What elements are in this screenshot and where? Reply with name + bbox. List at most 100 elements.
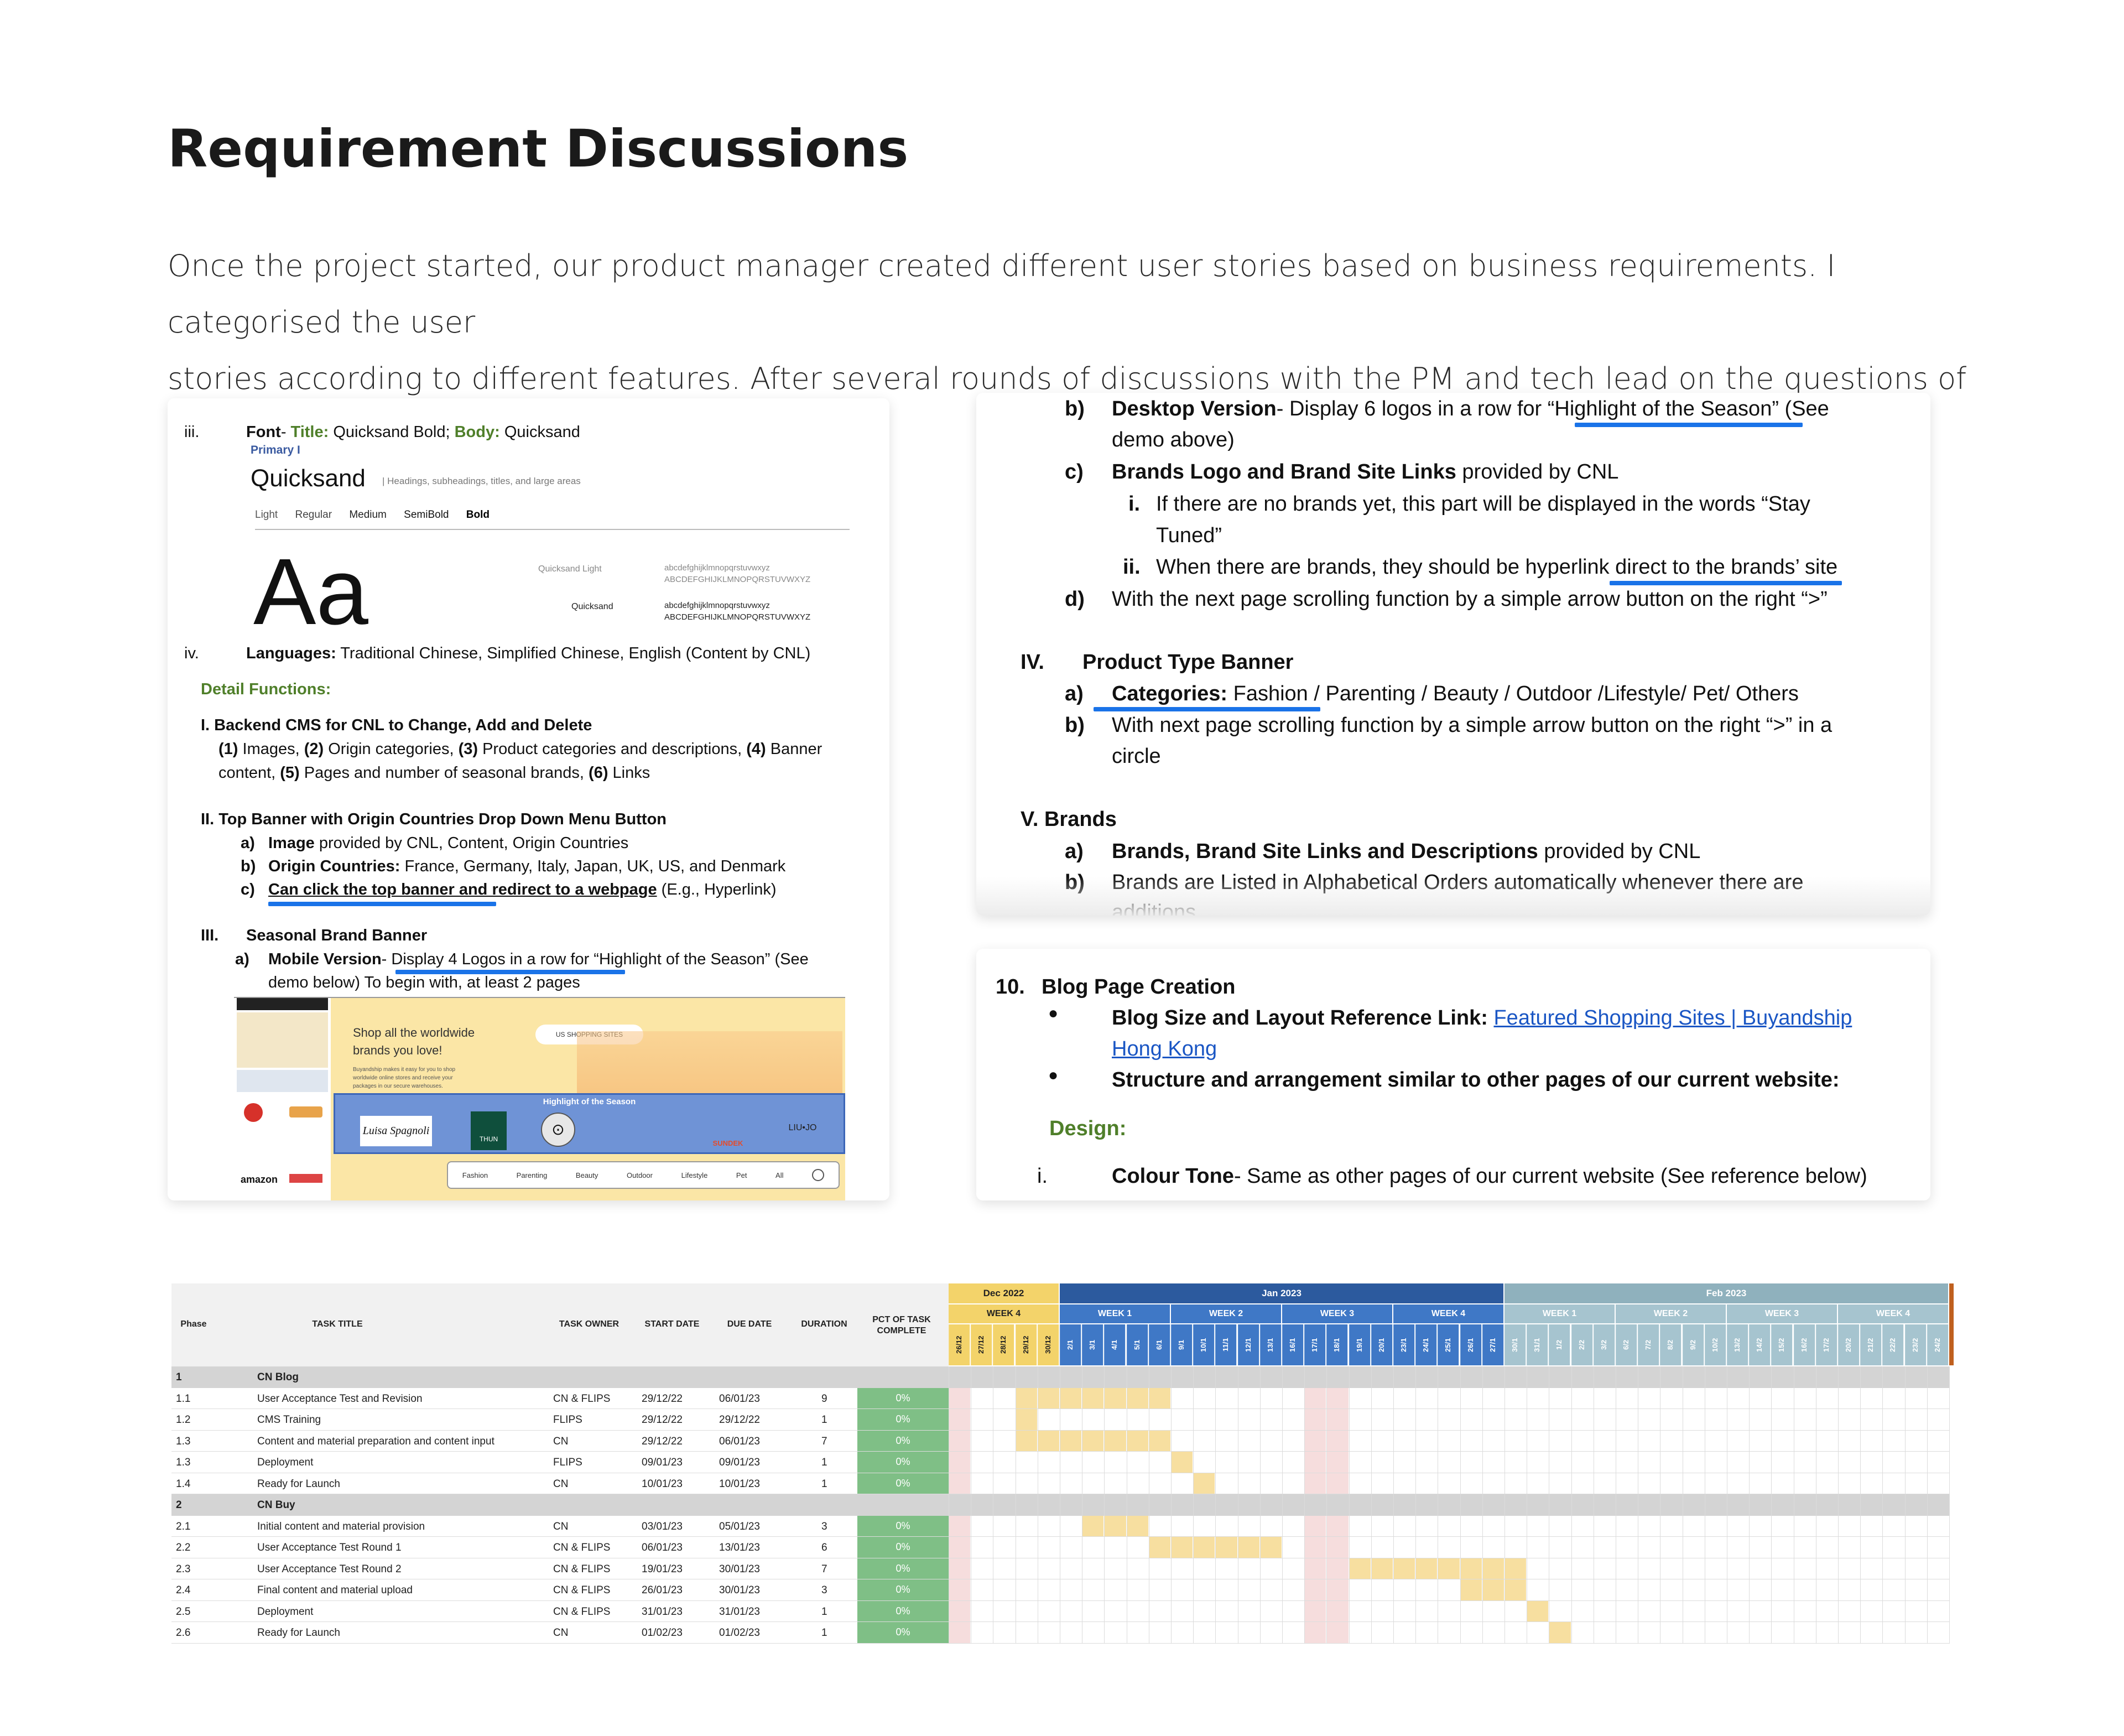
sample-upper-light: ABCDEFGHIJKLMNOPQRSTUVWXYZ (664, 575, 811, 584)
day-header: 14/2 (1749, 1324, 1771, 1365)
next-arrow-icon[interactable] (812, 1169, 825, 1181)
task-duration: 1 (821, 1627, 827, 1639)
task-bar-cell (1037, 1430, 1059, 1451)
top-banner-a: Image provided by CNL, Content, Origin C… (268, 834, 628, 853)
col-header-task-title: TASK TITLE (312, 1319, 363, 1329)
holiday-cell (1304, 1430, 1326, 1451)
body-text: France, Germany, Italy, Japan, UK, US, a… (400, 857, 786, 875)
task-bar-cell (1527, 1600, 1549, 1621)
column-divider (1860, 1366, 1861, 1644)
brand-logo-crest[interactable]: ⊙ (541, 1113, 575, 1147)
month-header: Jan 2023 (1060, 1283, 1503, 1303)
brand-logo-liujo[interactable]: LIU•JO (778, 1117, 827, 1139)
day-header: 30/1 (1504, 1324, 1526, 1365)
font-title-label: Title: (290, 423, 329, 441)
brand-logo-sundek[interactable]: SUNDEK (700, 1117, 756, 1147)
day-header: 16/1 (1282, 1324, 1304, 1365)
mobile-sidebar-preview: amazon (234, 998, 331, 1200)
task-start: 19/01/23 (642, 1563, 683, 1575)
task-bar-cell (1438, 1558, 1460, 1579)
column-divider (1949, 1366, 1950, 1644)
list-marker: ii. (1123, 555, 1141, 579)
task-start: 29/12/22 (642, 1414, 683, 1426)
list-marker: d) (1065, 588, 1085, 611)
bold-text: Mobile Version (268, 950, 382, 968)
cms-item-text: Banner (766, 740, 822, 758)
task-pct-complete: 0% (857, 1430, 949, 1451)
categories-scroll-line-2: circle (1112, 745, 1161, 768)
column-divider (1326, 1366, 1328, 1644)
task-id: 1.1 (176, 1392, 191, 1405)
task-bar-cell (1148, 1537, 1170, 1558)
brand-logo-luisa-spagnoli[interactable]: Luisa Spagnoli (360, 1116, 432, 1146)
weight-medium: Medium (349, 509, 387, 521)
task-start: 06/01/23 (642, 1542, 683, 1553)
task-bar-cell (1082, 1515, 1104, 1536)
weight-bold: Bold (466, 509, 490, 521)
category-item[interactable]: Beauty (576, 1171, 598, 1179)
cms-item-num: (1) (218, 740, 238, 758)
font-body-value: Quicksand (504, 423, 580, 441)
blog-reference-line: Blog Size and Layout Reference Link: Fea… (1112, 1006, 1852, 1030)
sample-light-label: Quicksand Light (538, 564, 602, 574)
weight-semibold: SemiBold (404, 509, 449, 521)
brands-a-line: Brands, Brand Site Links and Description… (1112, 840, 1700, 864)
holiday-cell (949, 1600, 971, 1621)
task-pct-complete: 0% (857, 1387, 949, 1408)
week-header: WEEK 4 (949, 1304, 1059, 1323)
day-header: 9/1 (1171, 1324, 1193, 1365)
category-item[interactable]: All (775, 1171, 783, 1179)
task-bar-cell (1215, 1537, 1237, 1558)
holiday-cell (949, 1452, 971, 1473)
task-bar-cell (1037, 1387, 1059, 1408)
day-header: 24/1 (1415, 1324, 1437, 1365)
reference-link-line-2[interactable]: Hong Kong (1112, 1037, 1217, 1061)
category-item[interactable]: Pet (736, 1171, 747, 1179)
brand-logo-thun[interactable]: THUN (471, 1111, 507, 1150)
day-header: 30/12 (1037, 1324, 1059, 1365)
list-marker: b) (241, 857, 256, 875)
sample-regular-label: Quicksand (571, 602, 613, 611)
task-pct-complete: 0% (857, 1622, 949, 1643)
seasonal-banner-a-line-2: demo below) To begin with, at least 2 pa… (268, 974, 580, 991)
task-title: Deployment (257, 1457, 314, 1468)
big-aa-sample: Aa (253, 539, 368, 644)
day-header: 4/1 (1104, 1324, 1126, 1365)
body-text: Fashion / Parenting / Beauty / Outdoor /… (1227, 682, 1799, 705)
category-item[interactable]: Outdoor (627, 1171, 653, 1179)
bullet-icon: ● (1048, 1066, 1059, 1084)
task-due: 29/12/22 (719, 1414, 760, 1426)
task-bar-cell (1104, 1387, 1126, 1408)
day-header: 3/2 (1593, 1324, 1615, 1365)
category-item[interactable]: Lifestyle (681, 1171, 708, 1179)
highlight-title: Highlight of the Season (543, 1097, 636, 1106)
holiday-cell (949, 1473, 971, 1494)
reference-link[interactable]: Featured Shopping Sites | Buyandship (1493, 1006, 1852, 1030)
website-demo-screenshot: amazon Shop all the worldwide brands you… (234, 997, 845, 1200)
task-bar-cell (1504, 1558, 1527, 1579)
task-bar-cell (1460, 1558, 1482, 1579)
list-marker: IV. (1021, 651, 1044, 674)
category-bar: Fashion Parenting Beauty Outdoor Lifesty… (447, 1161, 840, 1189)
column-divider (1393, 1366, 1394, 1644)
holiday-cell (1326, 1622, 1349, 1643)
cms-item-num: (2) (304, 740, 324, 758)
holiday-cell (1326, 1430, 1349, 1451)
highlight-of-season-banner[interactable]: Highlight of the Season Luisa Spagnoli T… (334, 1093, 845, 1154)
column-divider (1460, 1366, 1461, 1644)
gantt-chart: Phase TASK TITLE TASK OWNER START DATE D… (171, 1283, 1954, 1649)
week-header: WEEK 3 (1282, 1304, 1392, 1323)
category-item[interactable]: Parenting (517, 1171, 548, 1179)
quicksand-name: Quicksand (251, 465, 366, 492)
day-header: 5/1 (1126, 1324, 1148, 1365)
blog-page-doc-card: 10. Blog Page Creation ● Blog Size and L… (976, 949, 1930, 1200)
task-bar-cell (1415, 1558, 1438, 1579)
day-header: 31/1 (1527, 1324, 1548, 1365)
task-due: 31/01/23 (719, 1605, 760, 1618)
month-header: Feb 2023 (1504, 1283, 1948, 1303)
column-divider (1215, 1366, 1216, 1644)
list-marker: i. (1128, 492, 1141, 516)
category-item[interactable]: Fashion (462, 1171, 488, 1179)
highlight-underline (395, 970, 625, 974)
task-duration: 7 (821, 1563, 827, 1575)
